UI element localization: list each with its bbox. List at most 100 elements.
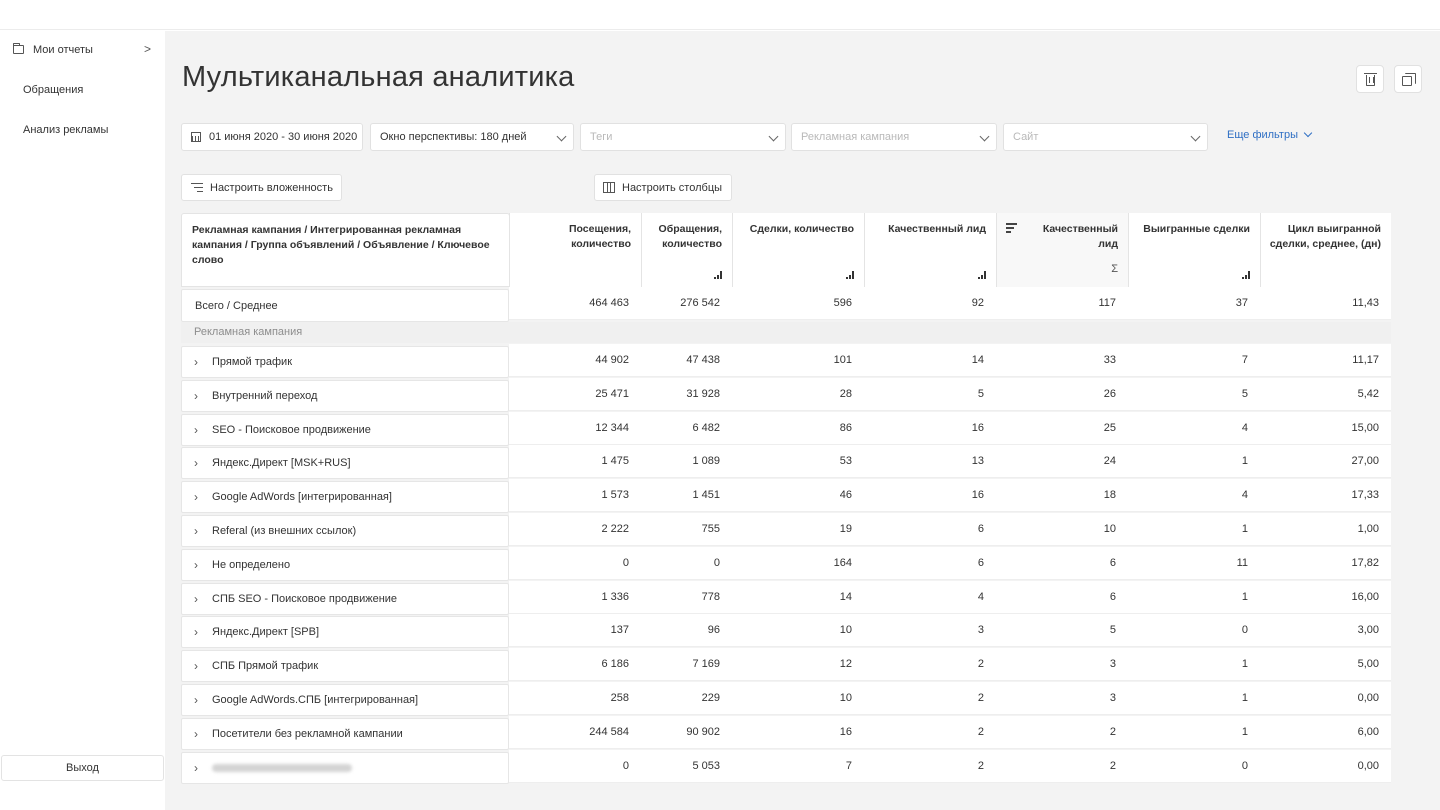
table-cell: 53 [839,455,852,468]
chevron-right-icon: > [143,42,151,56]
expand-chevron-icon[interactable]: › [194,490,208,504]
table-cell: 18 [1103,489,1116,502]
table-cell: 25 [1103,421,1116,434]
table-cell: 0 [713,556,720,569]
column-header-quality-lead-sum[interactable]: Качественный лид Σ [996,213,1128,287]
bar-chart-icon[interactable] [978,271,986,279]
total-row-label[interactable]: Всего / Среднее [181,289,509,322]
table-row[interactable]: › Яндекс.Директ [MSK+RUS] [181,447,509,480]
table-row[interactable]: › Не определено [181,548,509,581]
table-cell: 13 [971,455,984,468]
expand-chevron-icon[interactable]: › [194,558,208,572]
table-cell: 2 [977,759,984,772]
table-cell: 1 [1241,692,1248,704]
sort-icon[interactable] [1006,223,1017,233]
table-cell: 10 [1103,523,1116,535]
site-placeholder: Сайт [1013,131,1039,143]
table-cell: 17,82 [1351,556,1379,569]
expand-chevron-icon[interactable]: › [194,727,208,741]
table-row-values: 1 336 778 14 4 6 1 16,00 [509,580,1391,614]
date-range-value: 01 июня 2020 - 30 июня 2020 [209,131,358,143]
table-cell: 1,00 [1357,523,1379,535]
row-name [212,763,352,772]
expand-chevron-icon[interactable]: › [194,389,208,403]
table-cell: 14 [839,590,852,603]
sidebar-item-label: Обращения [23,84,84,96]
row-name: Не определено [212,558,291,571]
table-cell: 16 [971,489,984,502]
calendar-icon [191,132,201,142]
expand-chevron-icon[interactable]: › [194,423,208,437]
expand-chevron-icon[interactable]: › [194,592,208,606]
column-header-visits[interactable]: Посещения, количество [509,213,641,287]
duplicate-button[interactable] [1394,65,1422,93]
bar-chart-icon[interactable] [714,271,722,279]
configure-columns-button[interactable]: Настроить столбцы [594,174,732,201]
table-cell: 15,00 [1351,421,1379,434]
delete-button[interactable] [1356,65,1384,93]
table-row-values: 464 463 276 542 596 92 117 37 11,43 [509,287,1391,320]
expand-chevron-icon[interactable]: › [194,693,208,707]
attribution-window-select[interactable]: Окно перспективы: 180 дней [370,123,574,151]
row-name: СПБ Прямой трафик [212,660,319,673]
column-header-quality-lead[interactable]: Качественный лид [864,213,996,287]
columns-icon [603,182,615,193]
table-row[interactable]: › Google AdWords [интегрированная] [181,481,509,514]
expand-chevron-icon[interactable]: › [194,524,208,538]
configure-columns-label: Настроить столбцы [622,181,723,194]
expand-chevron-icon[interactable]: › [194,625,208,639]
row-name: Google AdWords.СПБ [интегрированная] [212,694,419,706]
table-row-values: 44 902 47 438 101 14 33 7 11,17 [509,344,1391,377]
table-row-values: 1 475 1 089 53 13 24 1 27,00 [509,445,1391,479]
site-select[interactable]: Сайт [1003,123,1208,151]
table-cell: 7 [845,759,852,772]
expand-chevron-icon[interactable]: › [194,355,208,369]
nesting-icon [191,182,203,193]
expand-chevron-icon[interactable]: › [194,761,208,775]
table-cell: 244 584 [589,725,629,738]
sidebar-item-requests[interactable]: Обращения [0,75,165,105]
table-row[interactable]: › Посетители без рекламной кампании [181,717,509,750]
tags-select[interactable]: Теги [580,123,786,151]
column-header-campaign[interactable]: Рекламная кампания / Интегрированная рек… [181,213,510,287]
campaign-select[interactable]: Рекламная кампания [791,123,997,151]
expand-chevron-icon[interactable]: › [194,659,208,673]
table-cell: 33 [1103,354,1116,366]
bar-chart-icon[interactable] [846,271,854,279]
sidebar: Мои отчеты > Обращения Анализ рекламы Вы… [0,31,165,810]
table-row[interactable]: › SEO - Поисковое продвижение [181,413,509,446]
table-cell: 5,42 [1357,387,1379,400]
table-cell: 117 [1098,297,1116,309]
expand-chevron-icon[interactable]: › [194,456,208,470]
column-header-won-deals[interactable]: Выигранные сделки [1128,213,1260,287]
table-cell: 101 [833,354,852,366]
group-label: Рекламная кампания [194,326,303,338]
sidebar-item-ad-analysis[interactable]: Анализ рекламы [0,115,165,145]
configure-nesting-button[interactable]: Настроить вложенность [181,174,342,201]
group-band: Рекламная кампания [181,322,1391,343]
table-row[interactable]: › Внутренний переход [181,379,509,412]
date-range-picker[interactable]: 01 июня 2020 - 30 июня 2020 [181,123,363,151]
table-row[interactable]: › Яндекс.Директ [SPB] [181,616,509,649]
sidebar-item-my-reports[interactable]: Мои отчеты > [0,35,165,65]
table-row[interactable]: › Google AdWords.СПБ [интегрированная] [181,684,509,716]
table-row[interactable]: › СПБ Прямой трафик [181,650,509,683]
table-row[interactable]: › СПБ SEO - Поисковое продвижение [181,582,509,615]
table-row[interactable]: › [181,751,509,784]
table-cell: 12 344 [595,421,629,434]
sidebar-item-label: Анализ рекламы [23,124,109,136]
column-header-deal-cycle[interactable]: Цикл выигранной сделки, среднее, (дн) [1260,213,1391,287]
table-row[interactable]: › Прямой трафик [181,346,509,378]
table-row-values: 6 186 7 169 12 2 3 1 5,00 [509,648,1391,682]
logout-button[interactable]: Выход [1,755,164,781]
table-cell: 92 [971,297,984,309]
chevron-down-icon [1303,128,1313,138]
table-row[interactable]: › Referal (из внешних ссылок) [181,515,509,547]
table-cell: 10 [839,624,852,637]
table-cell: 1 336 [601,590,629,603]
bar-chart-icon[interactable] [1242,271,1250,279]
column-header-requests[interactable]: Обращения, количество [641,213,732,287]
column-header-deals[interactable]: Сделки, количество [732,213,864,287]
more-filters-link[interactable]: Еще фильтры [1227,128,1313,141]
table-cell: 12 [839,658,852,671]
